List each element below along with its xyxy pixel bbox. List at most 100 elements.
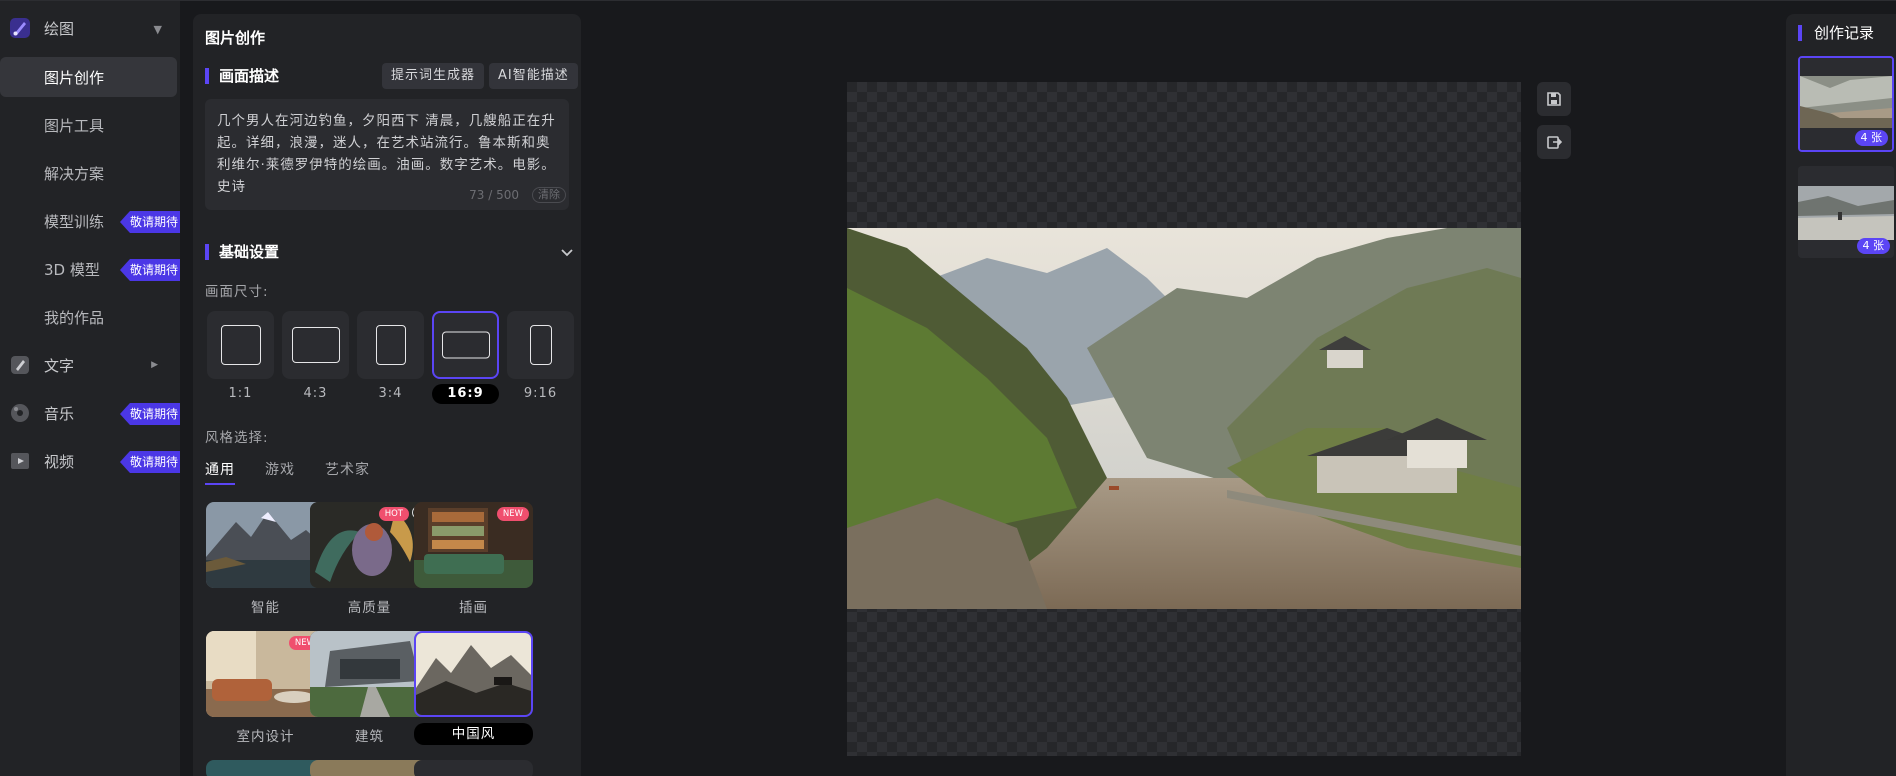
nav-section-label: 绘图 xyxy=(44,19,75,38)
ratio-4-3[interactable] xyxy=(282,311,349,379)
style-card-partial[interactable] xyxy=(414,760,533,776)
history-count-badge: 4 张 xyxy=(1854,130,1888,146)
char-count: 73 / 500 xyxy=(469,188,519,202)
style-thumb-bird xyxy=(310,502,429,588)
nav-item-label: 3D 模型 xyxy=(44,260,100,279)
ratio-shape xyxy=(441,331,490,359)
style-thumb xyxy=(206,760,325,776)
nav-item-solutions[interactable]: 解决方案 xyxy=(0,153,180,193)
nav-item-label: 我的作品 xyxy=(44,308,105,327)
size-label: 画面尺寸: xyxy=(205,284,269,300)
style-card-smart[interactable] xyxy=(206,502,325,588)
style-label: 建筑 xyxy=(355,729,384,745)
nav-section-label: 文字 xyxy=(44,356,75,375)
history-count-badge: 4 张 xyxy=(1856,238,1890,254)
nav-section-text[interactable]: 文字 ▶ xyxy=(0,345,180,385)
nav-section-music[interactable]: 音乐 敬请期待 xyxy=(0,393,180,433)
nav-item-label: 图片工具 xyxy=(44,116,105,135)
ratio-label: 9:16 xyxy=(523,386,558,401)
ratio-1-1[interactable] xyxy=(207,311,274,379)
style-thumb xyxy=(310,760,429,776)
nav-item-model-training[interactable]: 模型训练 敬请期待 xyxy=(0,201,180,241)
tab-game[interactable]: 游戏 xyxy=(265,459,295,479)
style-label: 插画 xyxy=(459,600,488,616)
clear-button[interactable]: 清除 xyxy=(532,187,566,203)
style-card-partial[interactable] xyxy=(310,760,429,776)
ratio-9-16[interactable] xyxy=(507,311,574,379)
nav-section-label: 视频 xyxy=(44,452,75,471)
ratio-shape xyxy=(291,327,340,363)
export-icon xyxy=(1547,136,1562,149)
coming-soon-badge: 敬请期待 xyxy=(119,259,180,281)
ratio-label: 3:4 xyxy=(378,386,403,401)
caret-right-icon[interactable]: ▶ xyxy=(151,360,158,370)
history-item[interactable]: 4 张 xyxy=(1798,56,1894,152)
style-card-high-quality[interactable]: HOT ? xyxy=(310,502,429,588)
style-card-architecture[interactable] xyxy=(310,631,429,717)
pen-icon xyxy=(8,353,32,377)
hot-tag: HOT xyxy=(378,507,409,521)
description-section-title: 画面描述 xyxy=(205,68,279,84)
nav-item-label: 模型训练 xyxy=(44,212,105,231)
ratio-shape xyxy=(220,325,261,365)
style-label: 智能 xyxy=(251,600,280,616)
style-card-interior[interactable]: NEW xyxy=(206,631,325,717)
left-nav: 绘图 ▼ 图片创作 图片工具 解决方案 模型训练 敬请期待 3D 模型 敬请期待… xyxy=(0,1,180,776)
brush-icon xyxy=(8,16,32,40)
generated-image xyxy=(847,228,1521,609)
chevron-down-icon[interactable] xyxy=(559,244,575,260)
style-label: 室内设计 xyxy=(236,729,295,745)
style-label: 风格选择: xyxy=(205,430,269,446)
ratio-label: 4:3 xyxy=(303,386,328,401)
description-textarea[interactable]: 几个男人在河边钓鱼，夕阳西下 清晨，几艘船正在升起。详细，浪漫，迷人，在艺术站流… xyxy=(205,99,569,210)
ratio-label: 16:9 xyxy=(432,384,499,404)
export-button[interactable] xyxy=(1537,125,1571,159)
nav-item-label: 解决方案 xyxy=(44,164,105,183)
nav-item-image-tools[interactable]: 图片工具 xyxy=(0,105,180,145)
save-button[interactable] xyxy=(1537,82,1571,116)
style-label: 中国风 xyxy=(414,723,533,745)
tab-general[interactable]: 通用 xyxy=(205,459,235,479)
history-item[interactable]: 4 张 xyxy=(1798,166,1894,258)
ai-describe-button[interactable]: AI智能描述 xyxy=(489,63,578,89)
nav-item-image-creation[interactable]: 图片创作 xyxy=(0,57,177,97)
panel-title: 图片创作 xyxy=(205,29,266,47)
tab-indicator xyxy=(205,483,235,485)
coming-soon-badge: 敬请期待 xyxy=(119,451,180,473)
style-card-chinese[interactable] xyxy=(414,631,533,717)
style-card-partial[interactable] xyxy=(206,760,325,776)
settings-panel: 图片创作 画面描述 提示词生成器 AI智能描述 几个男人在河边钓鱼，夕阳西下 清… xyxy=(193,14,581,776)
app-root: 绘图 ▼ 图片创作 图片工具 解决方案 模型训练 敬请期待 3D 模型 敬请期待… xyxy=(0,0,1896,776)
style-thumb-ink-painting xyxy=(416,633,531,715)
nav-item-label: 图片创作 xyxy=(44,68,105,87)
style-thumb xyxy=(414,760,533,776)
nav-section-video[interactable]: 视频 敬请期待 xyxy=(0,441,180,481)
nav-item-3d-model[interactable]: 3D 模型 敬请期待 xyxy=(0,249,180,289)
new-tag: NEW xyxy=(496,507,529,521)
caret-down-icon[interactable]: ▼ xyxy=(154,23,162,36)
ratio-shape xyxy=(529,325,552,365)
video-icon xyxy=(8,449,32,473)
style-label: 高质量 xyxy=(347,600,392,616)
save-icon xyxy=(1547,92,1561,106)
prompt-generator-button[interactable]: 提示词生成器 xyxy=(382,63,485,89)
coming-soon-badge: 敬请期待 xyxy=(119,211,180,233)
ratio-label: 1:1 xyxy=(228,386,253,401)
river-valley-image xyxy=(847,228,1521,609)
music-icon xyxy=(8,401,32,425)
style-thumb-mountain-lake xyxy=(206,502,325,588)
ratio-shape xyxy=(375,325,406,365)
style-thumb-building xyxy=(310,631,429,717)
tab-artist[interactable]: 艺术家 xyxy=(325,459,370,479)
nav-section-label: 音乐 xyxy=(44,404,75,423)
style-card-illustration[interactable]: NEW xyxy=(414,502,533,588)
description-text: 几个男人在河边钓鱼，夕阳西下 清晨，几艘船正在升起。详细，浪漫，迷人，在艺术站流… xyxy=(217,113,556,195)
history-title: 创作记录 xyxy=(1798,25,1874,41)
history-panel: 创作记录 4 张 4 张 xyxy=(1786,14,1896,776)
nav-item-my-works[interactable]: 我的作品 xyxy=(0,297,180,337)
ratio-16-9[interactable] xyxy=(432,311,499,379)
ratio-3-4[interactable] xyxy=(357,311,424,379)
coming-soon-badge: 敬请期待 xyxy=(119,403,180,425)
basic-settings-title: 基础设置 xyxy=(205,244,279,260)
nav-section-drawing[interactable]: 绘图 ▼ xyxy=(0,9,180,47)
